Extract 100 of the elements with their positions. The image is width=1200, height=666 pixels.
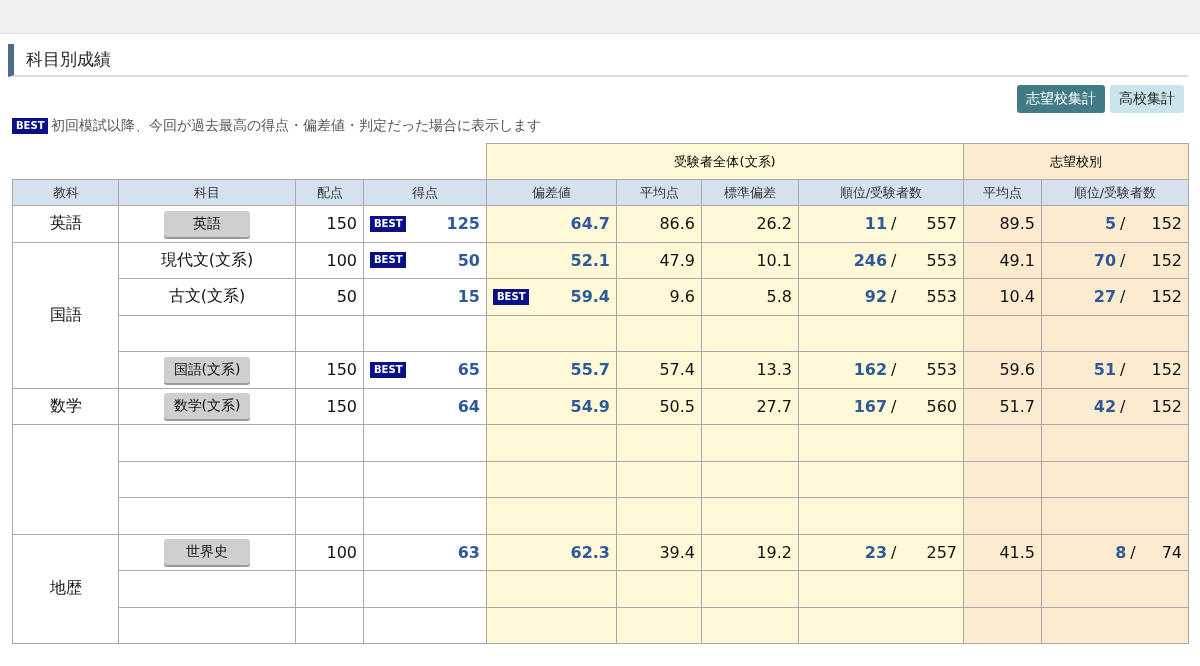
school-average-cell: 51.7 xyxy=(963,388,1042,425)
column-header: 教科 xyxy=(12,179,119,206)
score-value: 63 xyxy=(457,542,480,562)
rank-separator: / xyxy=(891,360,897,380)
full-marks-cell: 150 xyxy=(295,205,364,242)
rank-value: 23 xyxy=(864,542,888,562)
examinees-value: 74 xyxy=(1161,542,1183,562)
rank-value: 92 xyxy=(864,287,888,307)
full-marks-cell: 150 xyxy=(295,351,364,388)
rank-separator: / xyxy=(1130,542,1136,562)
std-dev-cell: 13.3 xyxy=(701,351,799,388)
average-cell: 9.6 xyxy=(616,278,702,315)
column-header: 順位/受験者数 xyxy=(1041,179,1189,206)
examinees-value: 152 xyxy=(1151,250,1183,270)
score-value: 50 xyxy=(457,250,480,270)
examinees-value: 152 xyxy=(1151,214,1183,234)
deviation-value: 59.4 xyxy=(570,287,610,307)
full-marks-cell: 100 xyxy=(295,534,364,571)
column-header: 平均点 xyxy=(616,179,702,206)
rank-value: 11 xyxy=(864,214,888,234)
subject-label: 現代文(文系) xyxy=(160,249,254,269)
rank-separator: / xyxy=(1120,360,1126,380)
column-header: 順位/受験者数 xyxy=(798,179,964,206)
std-dev-cell: 19.2 xyxy=(701,534,799,571)
column-header: 科目 xyxy=(118,179,296,206)
rank-value: 42 xyxy=(1093,396,1117,416)
rank-value: 8 xyxy=(1115,542,1127,562)
rank-value: 51 xyxy=(1093,360,1117,380)
best-badge: BEST xyxy=(12,118,49,134)
column-header: 平均点 xyxy=(963,179,1042,206)
deviation-value: 55.7 xyxy=(570,360,610,380)
column-header: 標準偏差 xyxy=(701,179,799,206)
std-dev-cell: 5.8 xyxy=(701,278,799,315)
rank-separator: / xyxy=(891,250,897,270)
best-badge: BEST xyxy=(370,252,407,269)
rank-value: 27 xyxy=(1093,287,1117,307)
rank-separator: / xyxy=(1120,287,1126,307)
examinees-value: 553 xyxy=(926,250,958,270)
rank-value: 70 xyxy=(1093,250,1117,270)
section-title: 科目別成績 xyxy=(8,44,1188,77)
group-header: 受験者全体(文系) xyxy=(486,143,964,180)
best-badge: BEST xyxy=(370,215,407,232)
average-cell: 39.4 xyxy=(616,534,702,571)
school-average-cell: 10.4 xyxy=(963,278,1042,315)
subject-button[interactable]: 国語(文系) xyxy=(164,356,250,383)
school-average-cell: 59.6 xyxy=(963,351,1042,388)
score-value: 64 xyxy=(457,396,480,416)
rank-value: 167 xyxy=(853,396,888,416)
rank-value: 246 xyxy=(853,250,888,270)
subject-button[interactable]: 英語 xyxy=(164,210,250,237)
full-marks-cell: 50 xyxy=(295,278,364,315)
full-marks-cell: 100 xyxy=(295,242,364,279)
best-badge: BEST xyxy=(370,361,407,378)
column-header: 得点 xyxy=(363,179,487,206)
examinees-value: 257 xyxy=(926,542,958,562)
subject-group-cell: 国語 xyxy=(12,242,119,388)
average-cell: 86.6 xyxy=(616,205,702,242)
deviation-value: 62.3 xyxy=(570,542,610,562)
rank-separator: / xyxy=(891,287,897,307)
rank-separator: / xyxy=(1120,250,1126,270)
subject-group-cell: 英語 xyxy=(12,205,119,242)
average-cell: 57.4 xyxy=(616,351,702,388)
examinees-value: 152 xyxy=(1151,360,1183,380)
average-cell: 50.5 xyxy=(616,388,702,425)
subject-button[interactable]: 数学(文系) xyxy=(164,393,250,420)
subject-button[interactable]: 世界史 xyxy=(164,539,250,566)
aggregate-button[interactable]: 高校集計 xyxy=(1110,85,1184,113)
average-cell: 47.9 xyxy=(616,242,702,279)
school-average-cell: 49.1 xyxy=(963,242,1042,279)
examinees-value: 560 xyxy=(926,396,958,416)
score-value: 65 xyxy=(457,360,480,380)
group-header: 志望校別 xyxy=(963,143,1189,180)
deviation-value: 64.7 xyxy=(570,214,610,234)
aggregate-button[interactable]: 志望校集計 xyxy=(1017,85,1105,113)
rank-value: 162 xyxy=(853,360,888,380)
rank-separator: / xyxy=(1120,214,1126,234)
full-marks-cell: 150 xyxy=(295,388,364,425)
std-dev-cell: 26.2 xyxy=(701,205,799,242)
rank-separator: / xyxy=(891,542,897,562)
best-badge: BEST xyxy=(493,288,530,305)
column-header: 配点 xyxy=(295,179,364,206)
column-header: 偏差値 xyxy=(486,179,617,206)
deviation-value: 52.1 xyxy=(570,250,610,270)
rank-separator: / xyxy=(891,396,897,416)
std-dev-cell: 10.1 xyxy=(701,242,799,279)
subject-label: 古文(文系) xyxy=(168,286,246,306)
deviation-value: 54.9 xyxy=(570,396,610,416)
score-value: 15 xyxy=(457,287,480,307)
examinees-value: 553 xyxy=(926,287,958,307)
school-average-cell: 41.5 xyxy=(963,534,1042,571)
rank-separator: / xyxy=(891,214,897,234)
examinees-value: 152 xyxy=(1151,287,1183,307)
examinees-value: 152 xyxy=(1151,396,1183,416)
examinees-value: 557 xyxy=(926,214,958,234)
subject-group-cell: 地歴 xyxy=(12,534,119,644)
school-average-cell: 89.5 xyxy=(963,205,1042,242)
subject-group-cell: 数学 xyxy=(12,388,119,425)
score-value: 125 xyxy=(446,214,480,234)
std-dev-cell: 27.7 xyxy=(701,388,799,425)
rank-value: 5 xyxy=(1104,214,1117,234)
